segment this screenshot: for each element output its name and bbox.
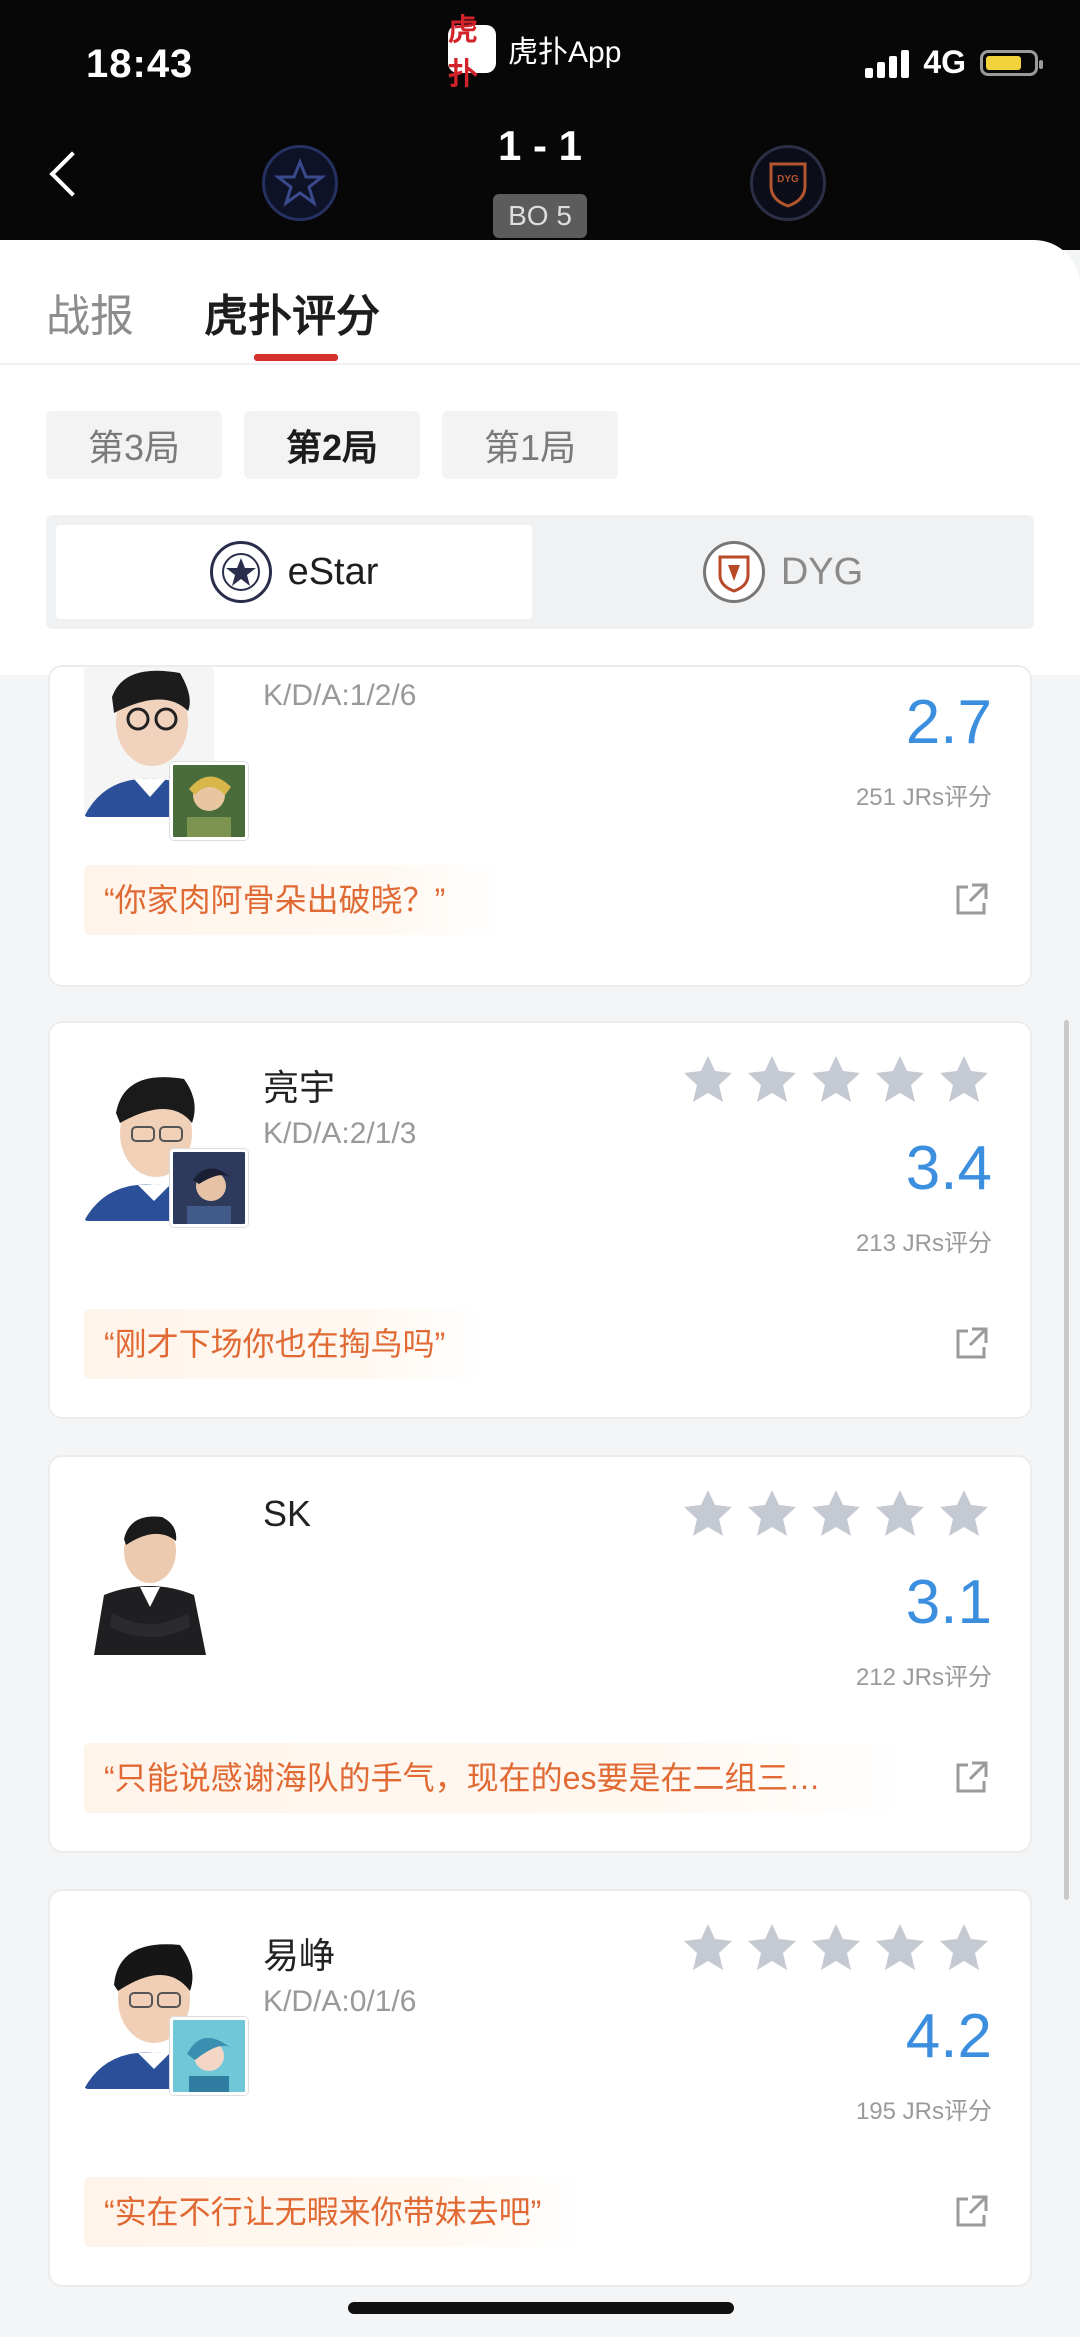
tab-bar: 战报 虎扑评分 (46, 280, 380, 361)
share-icon[interactable] (952, 1759, 990, 1797)
team-estar-button[interactable]: eStar (56, 525, 532, 619)
tab-hupu-rating[interactable]: 虎扑评分 (204, 280, 380, 361)
star-icon[interactable] (874, 1487, 926, 1539)
tab-report[interactable]: 战报 (46, 280, 134, 344)
player-score: 4.2 (905, 2002, 992, 2071)
scrollbar[interactable] (1064, 1020, 1069, 1900)
player-votes: 213 JRs评分 (855, 1230, 992, 1257)
player-card[interactable]: 易峥 K/D/A:0/1/6 4.2 195 JRs评分 “实在不行让无暇来你带… (48, 1889, 1032, 2287)
star-icon[interactable] (938, 1053, 990, 1105)
hero-avatar (170, 2017, 248, 2095)
active-tab-indicator (254, 354, 338, 361)
star-icon[interactable] (874, 1053, 926, 1105)
player-kda: K/D/A:0/1/6 (263, 1985, 417, 2018)
star-icon[interactable] (746, 1921, 798, 1973)
star-icon[interactable] (938, 1921, 990, 1973)
top-comment[interactable]: “只能说感谢海队的手气，现在的es要是在二组三… (84, 1743, 904, 1813)
status-indicators: 4G (865, 44, 1043, 81)
match-score: 1 - 1 (497, 122, 583, 169)
status-time: 18:43 (86, 42, 194, 86)
player-name: 易峥 (263, 1935, 336, 1976)
rating-stars[interactable] (682, 1053, 990, 1105)
battery-icon (980, 49, 1043, 76)
rating-panel: 战报 虎扑评分 第3局 第2局 第1局 eStar DYG (0, 240, 1080, 675)
share-icon[interactable] (952, 1325, 990, 1363)
player-kda: K/D/A:1/2/6 (263, 679, 417, 712)
player-votes: 251 JRs评分 (855, 784, 992, 811)
match-format-badge: BO 5 (493, 194, 587, 238)
player-score: 2.7 (905, 688, 992, 757)
rating-stars[interactable] (682, 1487, 990, 1539)
divider (0, 363, 1080, 365)
rating-stars[interactable] (682, 1921, 990, 1973)
star-icon[interactable] (746, 1487, 798, 1539)
team-switch: eStar DYG (46, 515, 1034, 629)
star-icon[interactable] (810, 1487, 862, 1539)
star-icon[interactable] (874, 1921, 926, 1973)
player-score: 3.4 (905, 1134, 992, 1203)
team-label: eStar (287, 550, 379, 593)
share-icon[interactable] (952, 881, 990, 919)
top-comment[interactable]: “刚才下场你也在掏鸟吗” (84, 1309, 484, 1379)
player-card[interactable]: SK 3.1 212 JRs评分 “只能说感谢海队的手气，现在的es要是在二组三… (48, 1455, 1032, 1853)
player-votes: 212 JRs评分 (855, 1664, 992, 1691)
player-kda: K/D/A:2/1/3 (263, 1117, 417, 1150)
share-icon[interactable] (952, 2193, 990, 2231)
player-score: 3.1 (905, 1568, 992, 1637)
round-3-button[interactable]: 第3局 (46, 411, 222, 479)
team-label: DYG (780, 550, 864, 593)
star-icon[interactable] (682, 1487, 734, 1539)
player-votes: 195 JRs评分 (855, 2098, 992, 2125)
player-name: 亮宇 (263, 1067, 336, 1108)
player-avatar (84, 1495, 214, 1655)
round-1-button[interactable]: 第1局 (442, 411, 618, 479)
team-dyg-button[interactable]: DYG (542, 525, 1024, 619)
away-team-logo-icon[interactable]: DYG (750, 145, 826, 221)
signal-icon (865, 48, 910, 78)
home-indicator[interactable] (348, 2302, 734, 2314)
star-icon[interactable] (746, 1053, 798, 1105)
star-icon[interactable] (938, 1487, 990, 1539)
round-selector: 第3局 第2局 第1局 (46, 411, 618, 479)
hupu-logo-icon: 虎扑 (448, 13, 496, 92)
star-icon[interactable] (810, 1921, 862, 1973)
app-indicator[interactable]: 虎扑 虎扑App (448, 13, 622, 92)
top-comment[interactable]: “你家肉阿骨朵出破晓？” (84, 865, 504, 935)
player-card[interactable]: K/D/A:1/2/6 2.7 251 JRs评分 “你家肉阿骨朵出破晓？” (48, 665, 1032, 987)
estar-logo-icon (209, 541, 272, 603)
match-header: 18:43 虎扑 虎扑App 4G 1 - 1 BO 5 DYG (0, 0, 1080, 250)
player-card[interactable]: 亮宇 K/D/A:2/1/3 3.4 213 JRs评分 “刚才下场你也在掏鸟吗… (48, 1021, 1032, 1419)
round-2-button[interactable]: 第2局 (244, 411, 420, 479)
network-label: 4G (923, 44, 966, 80)
star-icon[interactable] (810, 1053, 862, 1105)
top-comment[interactable]: “实在不行让无暇来你带妹去吧” (84, 2177, 584, 2247)
app-name: 虎扑App (508, 36, 622, 69)
tab-label: 虎扑评分 (204, 292, 380, 341)
star-icon[interactable] (682, 1921, 734, 1973)
star-icon[interactable] (682, 1053, 734, 1105)
player-name: SK (263, 1493, 312, 1534)
hero-avatar (170, 1149, 248, 1227)
tab-label: 战报 (46, 292, 134, 341)
hero-avatar (170, 762, 248, 840)
svg-text:DYG: DYG (777, 174, 799, 185)
dyg-logo-icon (702, 541, 765, 603)
